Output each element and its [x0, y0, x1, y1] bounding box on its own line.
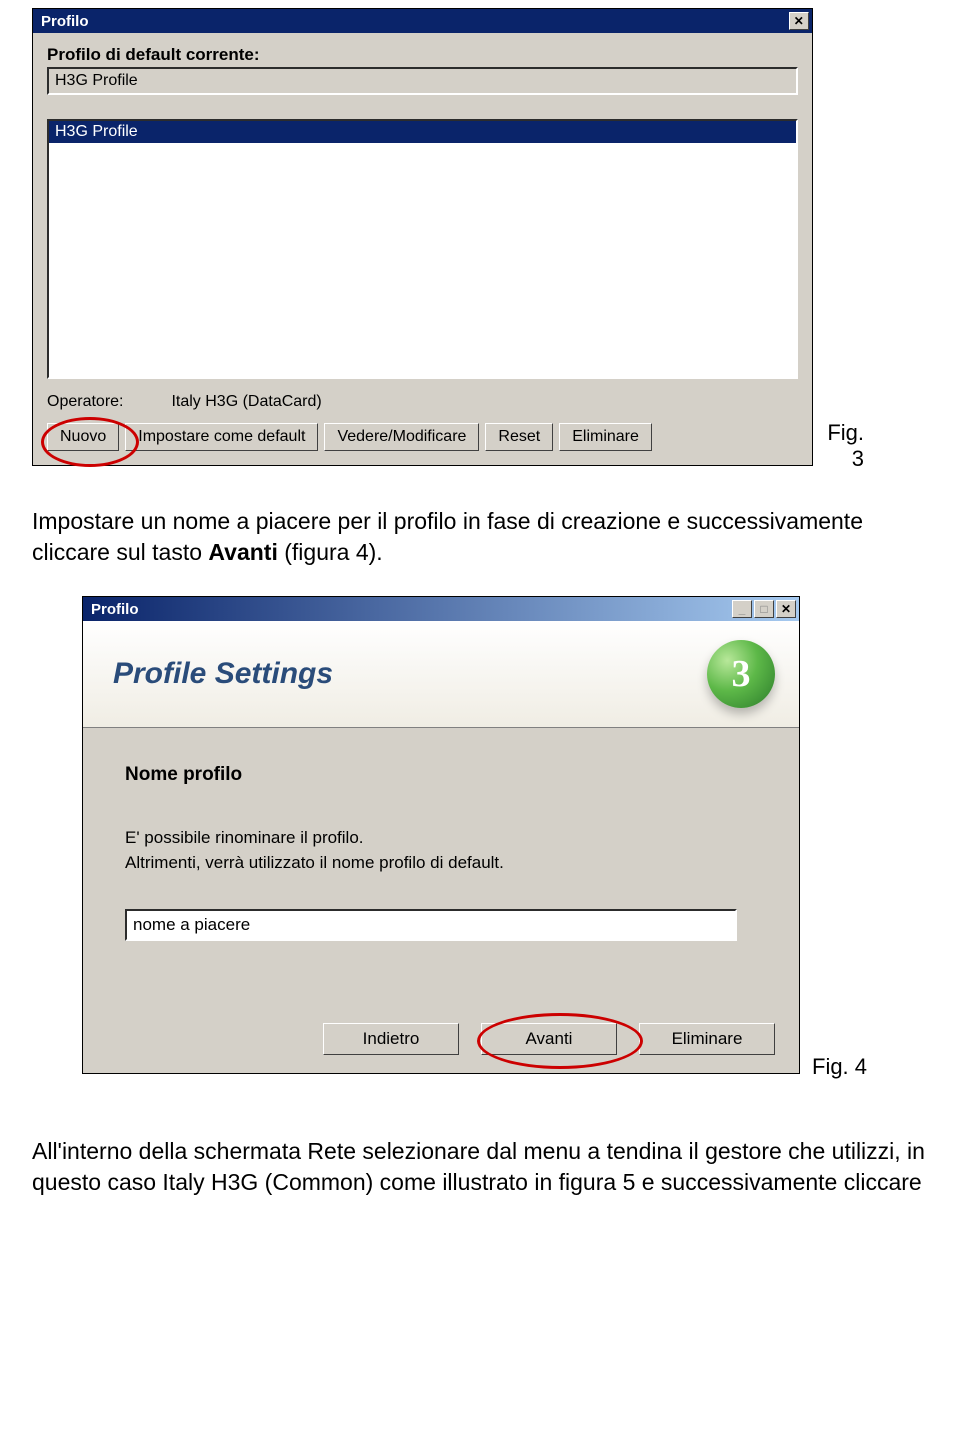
- list-item[interactable]: H3G Profile: [49, 121, 796, 143]
- description-text: E' possibile rinominare il profilo. Altr…: [125, 826, 759, 875]
- delete-button[interactable]: Eliminare: [559, 423, 652, 451]
- close-icon[interactable]: ✕: [789, 12, 809, 30]
- window-title: Profilo: [91, 601, 139, 618]
- operator-label: Operatore:: [47, 393, 167, 411]
- profile-name-input[interactable]: [125, 909, 737, 941]
- avanti-button[interactable]: Avanti: [481, 1023, 617, 1055]
- close-icon[interactable]: ✕: [776, 600, 796, 618]
- brand-logo-icon: 3: [707, 640, 775, 708]
- profile-listbox[interactable]: H3G Profile: [47, 119, 798, 379]
- nome-profilo-label: Nome profilo: [125, 764, 759, 786]
- nuovo-button[interactable]: Nuovo: [47, 423, 119, 451]
- maximize-icon[interactable]: □: [754, 600, 774, 618]
- view-edit-button[interactable]: Vedere/Modificare: [324, 423, 479, 451]
- set-default-button[interactable]: Impostare come default: [125, 423, 318, 451]
- default-profile-label: Profilo di default corrente:: [47, 45, 798, 65]
- profilo-window: Profilo ✕ Profilo di default corrente: H…: [32, 8, 813, 466]
- titlebar: Profilo ✕: [33, 9, 812, 33]
- minimize-icon[interactable]: _: [732, 600, 752, 618]
- eliminare-button[interactable]: Eliminare: [639, 1023, 775, 1055]
- titlebar: Profilo _ □ ✕: [83, 597, 799, 621]
- default-profile-field: H3G Profile: [47, 67, 798, 95]
- profile-settings-window: Profilo _ □ ✕ Profile Settings 3 Nome pr…: [82, 596, 800, 1074]
- paragraph-2: All'interno della schermata Rete selezio…: [32, 1136, 928, 1198]
- figure-4-caption: Fig. 4: [812, 1054, 867, 1080]
- operator-value: Italy H3G (DataCard): [171, 393, 321, 410]
- paragraph-1: Impostare un nome a piacere per il profi…: [32, 506, 928, 568]
- reset-button[interactable]: Reset: [485, 423, 553, 451]
- indietro-button[interactable]: Indietro: [323, 1023, 459, 1055]
- figure-3-caption: Fig. 3: [813, 420, 864, 472]
- profile-settings-heading: Profile Settings: [113, 657, 333, 691]
- window-title: Profilo: [41, 13, 89, 30]
